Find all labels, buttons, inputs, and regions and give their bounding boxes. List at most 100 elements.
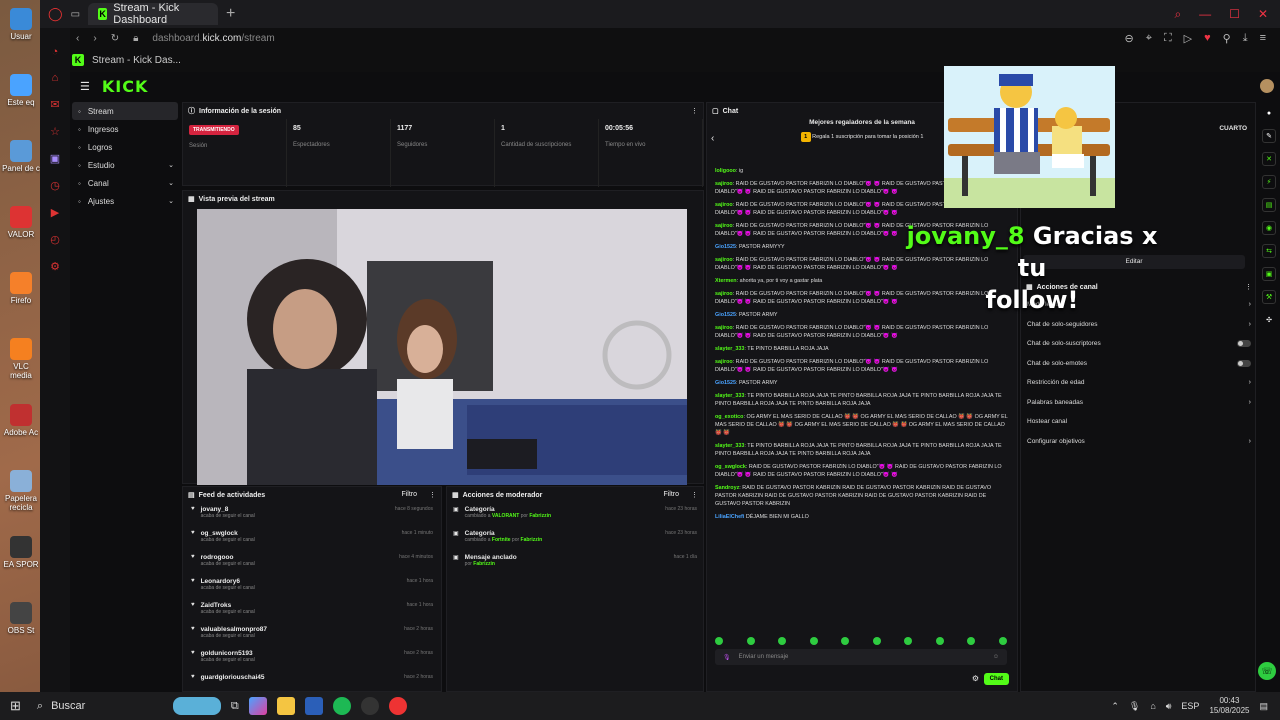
chat-send-button[interactable]: Chat [983, 673, 1009, 685]
mod-filter-button[interactable]: Filtro [663, 491, 679, 499]
activity-username[interactable]: ZaidTroks [201, 602, 255, 609]
emote-icon[interactable] [809, 637, 818, 645]
desktop-icon[interactable]: Panel de c [2, 140, 40, 173]
channel-action-item[interactable]: Chat de solo-suscriptores [1021, 334, 1257, 354]
sidebar-history-icon[interactable]: ◷ [50, 179, 60, 192]
channel-action-item[interactable]: Restricción de edad › [1021, 373, 1257, 393]
desktop-icon[interactable]: Usuar [2, 8, 40, 41]
heart-icon[interactable]: ♥ [1204, 32, 1211, 45]
sidebar-item-estudio[interactable]: ◦ Estudio ⌄ [72, 156, 178, 174]
chat-username[interactable]: sajiroo [715, 325, 733, 331]
toggle-switch[interactable] [1237, 359, 1251, 367]
back-icon[interactable]: ‹ [76, 33, 79, 44]
emote-icon[interactable] [998, 637, 1007, 645]
desktop-icon[interactable]: OBS St [2, 602, 40, 635]
reload-icon[interactable]: ↻ [111, 33, 119, 44]
emote-icon[interactable] [746, 637, 755, 645]
toggle-switch[interactable] [1237, 340, 1251, 348]
browser-tab-active[interactable]: K Stream - Kick Dashboard [88, 2, 219, 26]
kick-logo[interactable]: KICK [102, 77, 149, 96]
maximize-button[interactable]: ☐ [1229, 7, 1240, 22]
doc-rail-icon[interactable]: ▤ [1262, 198, 1276, 212]
channel-action-item[interactable]: Configurar objetivos › [1021, 432, 1257, 452]
sidebar-clock-icon[interactable]: ◴ [50, 233, 60, 246]
chat-username[interactable]: sajiroo [715, 257, 733, 263]
notifications-icon[interactable]: ▤ [1259, 701, 1268, 712]
chat-username[interactable]: sajiroo [715, 223, 733, 229]
chat-username[interactable]: slayter_333 [715, 443, 744, 449]
close-rail-icon[interactable]: ✕ [1262, 152, 1276, 166]
sidebar-star-icon[interactable]: ☆ [50, 125, 60, 138]
sidebar-item-ingresos[interactable]: ◦ Ingresos [72, 120, 178, 138]
close-window-button[interactable]: ✕ [1258, 7, 1268, 22]
opera-logo-icon[interactable]: ◯ [48, 6, 63, 22]
desktop-icon[interactable]: Este eq [2, 74, 40, 107]
channel-action-item[interactable]: Hostear canal [1021, 412, 1257, 432]
chat-username[interactable]: Xtermen [715, 278, 737, 284]
file-explorer-icon[interactable] [276, 697, 295, 715]
chat-username[interactable]: sajiroo [715, 359, 733, 365]
sidebar-video-icon[interactable]: ▶ [51, 206, 59, 219]
activity-username[interactable]: rodrogooo [201, 554, 255, 561]
sidebar-item-stream[interactable]: ◦ Stream [72, 102, 178, 120]
snapshot-icon[interactable]: ⛶ [1164, 32, 1172, 45]
sidebar-twitch-icon[interactable]: ▣ [50, 152, 60, 165]
new-tab-button[interactable]: + [226, 5, 235, 23]
taskbar-search[interactable]: ⌕ Buscar [31, 695, 221, 717]
zoom-icon[interactable]: ⊖ [1125, 32, 1134, 45]
chat-username[interactable]: sajiroo [715, 202, 733, 208]
chat-settings-icon[interactable]: ⚙ [972, 674, 979, 683]
hamburger-menu-icon[interactable]: ☰ [80, 80, 90, 93]
channel-action-item[interactable]: Chat de solo-seguidores › [1021, 315, 1257, 335]
chat-username[interactable]: slayter_333 [715, 346, 744, 352]
emote-icon[interactable] [778, 637, 787, 645]
desktop-icon[interactable]: VALOR [2, 206, 40, 239]
activity-username[interactable]: og_swglock [201, 530, 255, 537]
emote-icon[interactable] [841, 637, 850, 645]
emote-icon[interactable] [904, 637, 913, 645]
download-icon[interactable]: ⤓ [1243, 32, 1248, 45]
workspaces-icon[interactable]: ▭ [71, 9, 80, 20]
puzzle-rail-icon[interactable]: ✣ [1262, 313, 1276, 327]
support-bubble-icon[interactable]: ☏ [1258, 662, 1276, 680]
mod-action-by[interactable]: Fabrizzin [473, 561, 495, 567]
desktop-icon[interactable]: EA SPOR [2, 536, 40, 569]
link-rail-icon[interactable]: ⇆ [1262, 244, 1276, 258]
activity-username[interactable]: goldunicorn5193 [201, 650, 255, 657]
emote-icon[interactable] [935, 637, 944, 645]
search-tabs-icon[interactable]: ⌕ [1174, 7, 1181, 22]
windows-start-icon[interactable]: ⊞ [10, 698, 21, 714]
desktop-icon[interactable]: Firefo [2, 272, 40, 305]
opera-taskbar-icon[interactable] [388, 697, 407, 715]
mod-more-icon[interactable]: ⋮ [691, 491, 698, 499]
chat-username[interactable]: slayter_333 [715, 393, 744, 399]
sidebar-home-icon[interactable]: ⌂ [52, 72, 59, 84]
sidebar-chat-icon[interactable]: ✉ [50, 98, 59, 111]
desktop-icon[interactable]: VLC media [2, 338, 40, 380]
collapse-chevron-icon[interactable]: ‹ [711, 133, 714, 144]
chat-username[interactable]: Sandroyz [715, 485, 739, 491]
copilot-icon[interactable] [248, 697, 267, 715]
chat-rail-icon[interactable]: ◉ [1262, 221, 1276, 235]
sidebar-settings-icon[interactable]: ⚙ [50, 260, 60, 273]
actions-more-icon[interactable]: ⋮ [1245, 283, 1252, 291]
activity-filter-button[interactable]: Filtro [401, 491, 417, 499]
chat-username[interactable]: Gio1525 [715, 312, 736, 318]
chat-username[interactable]: Gio1525 [715, 244, 736, 250]
obs-icon[interactable] [360, 697, 379, 715]
emote-icon[interactable] [715, 637, 723, 645]
sidebar-ai-icon[interactable]: ◔ [52, 46, 59, 58]
forward-icon[interactable]: › [93, 33, 96, 44]
tray-chevron-icon[interactable]: ⌃ [1111, 701, 1119, 712]
emote-icon[interactable] [872, 637, 881, 645]
activity-username[interactable]: jovany_8 [201, 506, 255, 513]
word-icon[interactable] [304, 697, 323, 715]
activity-username[interactable]: valuablesalmonpro87 [201, 626, 267, 633]
wallet-icon[interactable]: ⚲ [1223, 32, 1231, 45]
activity-username[interactable]: guardgloriouschai45 [201, 674, 265, 681]
user-avatar[interactable] [1260, 79, 1274, 93]
chat-input[interactable]: 🎙︎ Enviar un mensaje ☺ [715, 649, 1007, 665]
info-rail-icon[interactable]: ● [1262, 106, 1276, 120]
gift-prompt[interactable]: Regala 1 suscripción para tomar la posic… [812, 134, 923, 140]
pin-icon[interactable]: ⌖ [1146, 32, 1152, 45]
